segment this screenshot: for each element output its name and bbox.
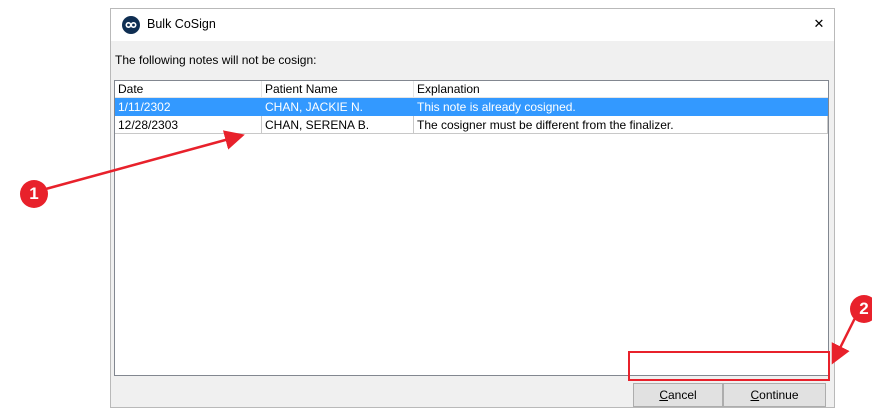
arrow-to-row bbox=[41, 130, 245, 192]
annotation-badge-2: 2 bbox=[850, 295, 872, 323]
arrow-to-buttons bbox=[831, 315, 858, 365]
annotation-arrows bbox=[41, 130, 858, 365]
highlight-box bbox=[628, 351, 830, 381]
annotation-badge-1: 1 bbox=[20, 180, 48, 208]
